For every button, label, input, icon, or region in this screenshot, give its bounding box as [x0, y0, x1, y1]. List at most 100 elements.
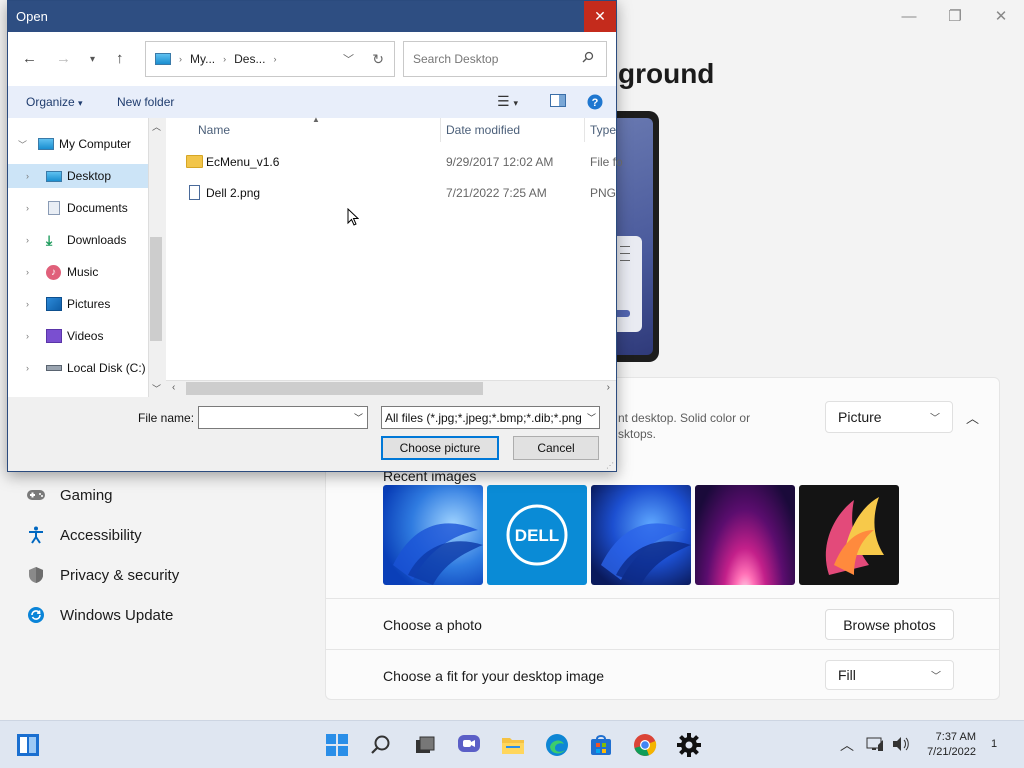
fit-dropdown[interactable]: Fill ﹀ — [825, 660, 954, 690]
choose-picture-button[interactable]: Choose picture — [381, 436, 499, 460]
column-separator[interactable] — [584, 118, 585, 142]
organize-button[interactable]: Organize ▾ — [26, 95, 83, 109]
recent-image-thumb[interactable]: DELL — [487, 485, 587, 585]
chrome-icon[interactable] — [632, 732, 658, 758]
expand-chevron-icon[interactable]: › — [26, 203, 29, 213]
recent-image-thumb[interactable] — [383, 485, 483, 585]
recent-image-thumb[interactable] — [591, 485, 691, 585]
file-name-input[interactable]: ﹀ — [198, 406, 368, 429]
windows-update-icon — [26, 605, 46, 625]
new-folder-button[interactable]: New folder — [117, 95, 174, 109]
breadcrumb-separator-icon: › — [273, 54, 277, 64]
tree-item-local-disk[interactable]: › Local Disk (C:) — [8, 356, 148, 380]
resize-grip-icon[interactable]: ⋰ — [606, 461, 614, 470]
dialog-title: Open — [16, 9, 48, 24]
breadcrumb-item[interactable]: Des... — [234, 52, 265, 66]
view-options-icon[interactable]: ☰ ▾ — [497, 93, 518, 110]
back-arrow-icon[interactable]: ← — [22, 50, 37, 67]
breadcrumb-separator-icon: › — [223, 54, 227, 64]
preview-pane-icon[interactable] — [550, 94, 566, 110]
network-icon[interactable] — [866, 736, 884, 757]
chevron-down-icon: ▾ — [78, 98, 83, 108]
file-list-scrollbar-thumb[interactable] — [186, 382, 483, 395]
tree-item-desktop[interactable]: › Desktop — [8, 164, 148, 188]
videos-icon — [46, 329, 62, 343]
background-type-dropdown[interactable]: Picture ﹀ — [825, 401, 953, 433]
recent-locations-chevron-icon[interactable]: ▾ — [90, 54, 95, 65]
search-icon[interactable] — [368, 732, 394, 758]
sidebar-item-gaming[interactable]: Gaming — [26, 485, 113, 505]
tree-item-music[interactable]: › ♪ Music — [8, 260, 148, 284]
tree-item-pictures[interactable]: › Pictures — [8, 292, 148, 316]
scroll-up-icon[interactable]: ︿ — [152, 120, 161, 133]
expand-chevron-icon[interactable]: › — [26, 235, 29, 245]
tree-item-downloads[interactable]: › ⤓ Downloads — [8, 228, 148, 252]
file-row-folder[interactable]: EcMenu_v1.6 9/29/2017 12:02 AM File fo — [186, 150, 623, 174]
browse-photos-button[interactable]: Browse photos — [825, 609, 954, 640]
column-header-name[interactable]: Name — [198, 118, 230, 142]
start-icon[interactable] — [324, 732, 350, 758]
edge-icon[interactable] — [544, 732, 570, 758]
sort-indicator-icon: ▲ — [312, 115, 320, 124]
refresh-icon[interactable]: ↻ — [372, 51, 384, 68]
notification-count[interactable]: 1 — [991, 738, 997, 750]
help-icon[interactable]: ? — [587, 94, 603, 113]
expand-chevron-icon[interactable]: ﹀ — [18, 138, 27, 151]
dialog-close-button[interactable]: ✕ — [584, 1, 616, 32]
chat-icon[interactable] — [456, 732, 482, 758]
expand-chevron-icon[interactable]: › — [26, 363, 29, 373]
recent-image-thumb[interactable] — [799, 485, 899, 585]
sidebar-item-privacy[interactable]: Privacy & security — [26, 565, 179, 585]
minimize-icon[interactable]: — — [886, 0, 932, 32]
forward-arrow-icon[interactable]: → — [56, 50, 71, 67]
recent-image-thumb[interactable] — [695, 485, 795, 585]
gamepad-icon — [26, 485, 46, 505]
sidebar-item-label: Accessibility — [60, 526, 142, 544]
sidebar-item-windows-update[interactable]: Windows Update — [26, 605, 173, 625]
taskbar-clock[interactable]: 7:37 AM 7/21/2022 — [918, 730, 976, 760]
accessibility-icon — [26, 525, 46, 545]
column-header-type[interactable]: Type — [590, 118, 616, 142]
tree-item-my-computer[interactable]: ﹀ My Computer — [8, 132, 148, 156]
sidebar-item-accessibility[interactable]: Accessibility — [26, 525, 142, 545]
up-arrow-icon[interactable]: ↑ — [116, 50, 124, 67]
expand-chevron-icon[interactable]: › — [26, 171, 29, 181]
expand-chevron-icon[interactable]: › — [26, 299, 29, 309]
column-separator[interactable] — [440, 118, 441, 142]
tree-scrollbar-thumb[interactable] — [150, 237, 162, 341]
show-hidden-icons-chevron-icon[interactable]: ︿ — [840, 735, 854, 755]
settings-gear-icon[interactable] — [676, 732, 702, 758]
search-input[interactable]: Search Desktop — [403, 41, 607, 77]
tree-item-documents[interactable]: › Documents — [8, 196, 148, 220]
store-icon[interactable] — [588, 732, 614, 758]
computer-small-icon — [155, 53, 171, 65]
music-icon: ♪ — [46, 265, 61, 280]
pictures-icon — [46, 297, 62, 311]
folder-icon — [186, 155, 203, 168]
address-dropdown-chevron-icon[interactable]: ﹀ — [343, 51, 354, 67]
chevron-down-icon[interactable]: ﹀ — [354, 411, 363, 424]
column-header-date[interactable]: Date modified — [446, 118, 520, 142]
volume-icon[interactable] — [892, 736, 910, 757]
expand-chevron-icon[interactable]: › — [26, 267, 29, 277]
close-icon[interactable]: ✕ — [978, 0, 1024, 32]
breadcrumb-item[interactable]: My... — [190, 52, 215, 66]
task-view-icon[interactable] — [412, 732, 438, 758]
tree-item-videos[interactable]: › Videos — [8, 324, 148, 348]
show-desktop-icon[interactable] — [15, 732, 41, 758]
file-row-image[interactable]: Dell 2.png 7/21/2022 7:25 AM PNG — [186, 181, 616, 205]
expand-chevron-icon[interactable]: › — [26, 331, 29, 341]
file-explorer-icon[interactable] — [500, 732, 526, 758]
cancel-button[interactable]: Cancel — [513, 436, 599, 460]
scroll-left-icon[interactable]: ‹ — [172, 382, 175, 393]
file-type-filter[interactable]: All files (*.jpg;*.jpeg;*.bmp;*.dib;*.pn… — [381, 406, 600, 429]
documents-icon — [48, 201, 60, 215]
shield-icon — [26, 565, 46, 585]
address-bar[interactable]: › My... › Des... › ﹀ ↻ — [145, 41, 395, 77]
choose-photo-label: Choose a photo — [383, 617, 482, 633]
scroll-down-icon[interactable]: ﹀ — [152, 382, 161, 395]
maximize-icon[interactable]: ❐ — [932, 0, 978, 32]
chevron-down-icon: ﹀ — [584, 411, 596, 424]
scroll-right-icon[interactable]: › — [607, 382, 610, 393]
collapse-chevron-icon[interactable]: ︿ — [966, 408, 979, 427]
